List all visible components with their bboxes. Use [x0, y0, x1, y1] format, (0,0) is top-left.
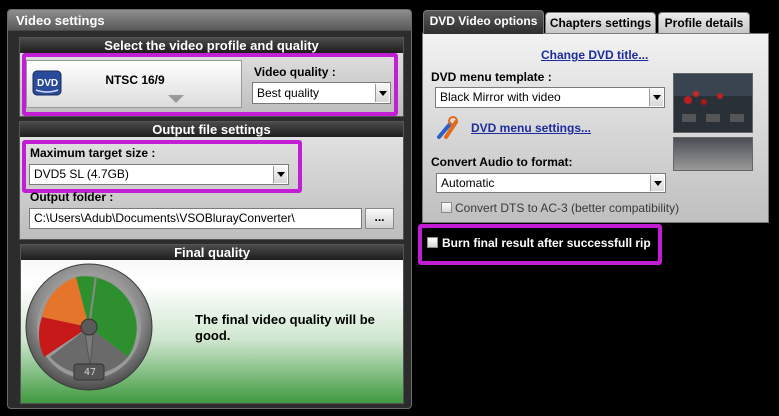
- panel-title: Video settings: [8, 10, 411, 31]
- menu-template-select[interactable]: Black Mirror with video: [435, 87, 665, 108]
- menu-preview-reflection: [673, 137, 753, 171]
- profile-group-header: Select the video profile and quality: [20, 38, 403, 53]
- burn-highlight: [418, 224, 662, 265]
- gauge-readout: 47: [83, 367, 97, 378]
- profile-highlight: [22, 53, 398, 116]
- dts-label: Convert DTS to AC-3 (better compatibilit…: [455, 201, 680, 215]
- dvd-menu-settings-link[interactable]: DVD menu settings...: [471, 121, 591, 135]
- audio-format-value: Automatic: [441, 176, 495, 190]
- output-folder-value: C:\Users\Adub\Documents\VSOBlurayConvert…: [34, 211, 295, 225]
- tab-dvd-video-options[interactable]: DVD Video options: [423, 10, 544, 34]
- audio-format-select[interactable]: Automatic: [436, 173, 666, 193]
- change-dvd-title-link[interactable]: Change DVD title...: [541, 48, 648, 62]
- tab-label: Chapters settings: [549, 16, 652, 30]
- wrench-screwdriver-icon: [435, 116, 461, 143]
- output-folder-input[interactable]: C:\Users\Adub\Documents\VSOBlurayConvert…: [29, 208, 362, 229]
- browse-folder-button[interactable]: ...: [365, 208, 394, 229]
- audio-format-label: Convert Audio to format:: [431, 155, 573, 169]
- tab-label: DVD Video options: [429, 14, 538, 28]
- tab-label: Profile details: [664, 16, 744, 30]
- tab-profile-details[interactable]: Profile details: [658, 12, 750, 34]
- dts-checkbox[interactable]: [441, 202, 452, 213]
- tab-chapters-settings[interactable]: Chapters settings: [545, 12, 656, 34]
- max-size-highlight: [22, 140, 302, 193]
- menu-template-value: Black Mirror with video: [440, 90, 561, 104]
- menu-preview-thumbnail: [673, 73, 753, 133]
- output-folder-label: Output folder :: [30, 190, 114, 204]
- chevron-down-icon: [650, 175, 664, 191]
- final-quality-header: Final quality: [21, 245, 403, 260]
- output-group-header: Output file settings: [20, 122, 403, 137]
- final-quality-message: The final video quality will be good.: [195, 312, 375, 343]
- browse-label: ...: [374, 210, 385, 224]
- chevron-down-icon: [649, 89, 663, 106]
- menu-template-label: DVD menu template :: [431, 70, 552, 84]
